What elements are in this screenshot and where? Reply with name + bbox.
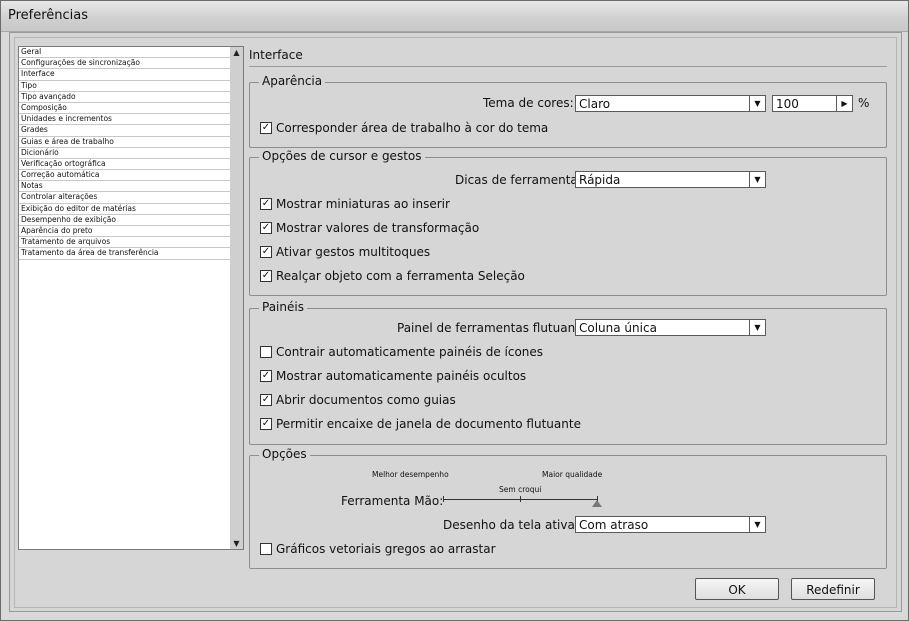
chevron-down-icon[interactable]: ▼ bbox=[749, 172, 765, 187]
tooltips-select-value: Rápida bbox=[579, 173, 621, 187]
sidebar-item[interactable]: Dicionário bbox=[19, 148, 231, 159]
option-label[interactable]: Ativar gestos multitoques bbox=[276, 245, 430, 259]
scroll-down-icon[interactable]: ▼ bbox=[232, 539, 241, 548]
option-checkbox[interactable]: ✓ bbox=[260, 270, 272, 282]
theme-select[interactable]: Claro ▼ bbox=[575, 95, 766, 112]
group-aparencia: Aparência bbox=[249, 74, 887, 148]
option-checkbox[interactable]: ✓ bbox=[260, 222, 272, 234]
match-theme-checkbox[interactable]: ✓ bbox=[260, 122, 272, 134]
option-checkbox[interactable]: ✓ bbox=[260, 418, 272, 430]
chevron-down-icon[interactable]: ▼ bbox=[749, 96, 765, 111]
category-list: Geral Configurações de sincronização Inter… bbox=[18, 46, 232, 550]
theme-select-value: Claro bbox=[579, 97, 611, 111]
option-checkbox[interactable] bbox=[260, 346, 272, 358]
slider-right-label: Maior qualidade bbox=[542, 470, 603, 479]
brightness-field[interactable]: 100 ▶ bbox=[772, 95, 853, 112]
brightness-value: 100 bbox=[776, 97, 799, 111]
option-checkbox[interactable]: ✓ bbox=[260, 370, 272, 382]
hand-tool-label: Ferramenta Mão: bbox=[341, 494, 444, 508]
page-title: Interface bbox=[249, 48, 303, 62]
check-icon: ✓ bbox=[261, 198, 271, 209]
sidebar-item[interactable]: Grades bbox=[19, 125, 231, 137]
group-paineis-legend: Painéis bbox=[259, 300, 307, 314]
check-icon: ✓ bbox=[261, 394, 271, 405]
check-icon: ✓ bbox=[261, 370, 271, 381]
live-screen-select[interactable]: Com atraso ▼ bbox=[575, 516, 766, 533]
slider-thumb[interactable] bbox=[592, 500, 602, 507]
chevron-down-icon[interactable]: ▼ bbox=[749, 517, 765, 532]
greek-vector-checkbox[interactable] bbox=[260, 543, 272, 555]
option-label[interactable]: Mostrar automaticamente painéis ocultos bbox=[276, 369, 526, 383]
check-icon: ✓ bbox=[261, 270, 271, 281]
floating-tools-select[interactable]: Coluna única ▼ bbox=[575, 319, 766, 336]
group-cursor-legend: Opções de cursor e gestos bbox=[259, 149, 425, 163]
sidebar-item[interactable]: Notas bbox=[19, 181, 231, 193]
stepper-arrow-icon[interactable]: ▶ bbox=[836, 96, 852, 111]
percent-unit: % bbox=[858, 96, 870, 110]
option-checkbox[interactable]: ✓ bbox=[260, 394, 272, 406]
check-icon: ✓ bbox=[261, 246, 271, 257]
chevron-down-icon[interactable]: ▼ bbox=[749, 320, 765, 335]
option-label[interactable]: Mostrar miniaturas ao inserir bbox=[276, 197, 450, 211]
sidebar-item[interactable]: Tratamento da área de transferência bbox=[19, 248, 231, 260]
group-opcoes-legend: Opções bbox=[259, 447, 310, 461]
live-screen-label: Desenho da tela ativa: bbox=[443, 518, 579, 532]
sidebar-item[interactable]: Aparência do preto bbox=[19, 226, 231, 238]
sidebar-item[interactable]: Guias e área de trabalho bbox=[19, 137, 231, 148]
slider-mid-label: Sem croqui bbox=[499, 485, 542, 494]
option-checkbox[interactable]: ✓ bbox=[260, 246, 272, 258]
option-label[interactable]: Contrair automaticamente painéis de ícon… bbox=[276, 345, 543, 359]
check-icon: ✓ bbox=[261, 122, 271, 133]
live-screen-select-value: Com atraso bbox=[579, 518, 649, 532]
check-icon: ✓ bbox=[261, 418, 271, 429]
greek-vector-label[interactable]: Gráficos vetoriais gregos ao arrastar bbox=[276, 542, 496, 556]
sidebar-item[interactable]: Composição bbox=[19, 103, 231, 115]
sidebar-item[interactable]: Unidades e incrementos bbox=[19, 114, 231, 126]
window-title: Preferências bbox=[8, 8, 89, 23]
sidebar-item[interactable]: Exibição do editor de matérias bbox=[19, 204, 231, 215]
ok-button[interactable]: OK bbox=[695, 578, 779, 600]
theme-label: Tema de cores: bbox=[483, 96, 574, 110]
sidebar-item[interactable]: Geral bbox=[19, 47, 231, 59]
sidebar-item[interactable]: Verificação ortográfica bbox=[19, 159, 231, 171]
sidebar-item[interactable]: Tipo bbox=[19, 81, 231, 92]
match-theme-label[interactable]: Corresponder área de trabalho à cor do t… bbox=[276, 121, 548, 135]
scroll-up-icon[interactable]: ▲ bbox=[232, 48, 241, 57]
sidebar-item[interactable]: Correção automática bbox=[19, 170, 231, 182]
slider-tick-mid bbox=[520, 496, 521, 502]
option-label[interactable]: Abrir documentos como guias bbox=[276, 393, 456, 407]
heading-divider bbox=[249, 66, 887, 67]
sidebar-item[interactable]: Interface bbox=[19, 69, 231, 81]
sidebar-item[interactable]: Desempenho de exibição bbox=[19, 215, 231, 226]
sidebar-item[interactable]: Controlar alterações bbox=[19, 192, 231, 204]
option-label[interactable]: Mostrar valores de transformação bbox=[276, 221, 479, 235]
check-icon: ✓ bbox=[261, 222, 271, 233]
slider-left-label: Melhor desempenho bbox=[372, 470, 449, 479]
group-aparencia-legend: Aparência bbox=[259, 74, 326, 88]
option-label[interactable]: Permitir encaixe de janela de documento … bbox=[276, 417, 581, 431]
option-label[interactable]: Realçar objeto com a ferramenta Seleção bbox=[276, 269, 525, 283]
title-bar: Preferências bbox=[1, 1, 908, 32]
slider-tick-min bbox=[443, 496, 444, 502]
floating-tools-label: Painel de ferramentas flutuante: bbox=[397, 321, 592, 335]
tooltips-label: Dicas de ferramenta: bbox=[455, 173, 582, 187]
sidebar-item[interactable]: Tratamento de arquivos bbox=[19, 237, 231, 249]
tooltips-select[interactable]: Rápida ▼ bbox=[575, 171, 766, 188]
category-list-scrollbar[interactable]: ▲ ▼ bbox=[230, 46, 244, 550]
floating-tools-select-value: Coluna única bbox=[579, 321, 657, 335]
sidebar-item[interactable]: Configurações de sincronização bbox=[19, 58, 231, 70]
option-checkbox[interactable]: ✓ bbox=[260, 198, 272, 210]
sidebar-item[interactable]: Tipo avançado bbox=[19, 92, 231, 103]
reset-button[interactable]: Redefinir bbox=[791, 578, 875, 600]
